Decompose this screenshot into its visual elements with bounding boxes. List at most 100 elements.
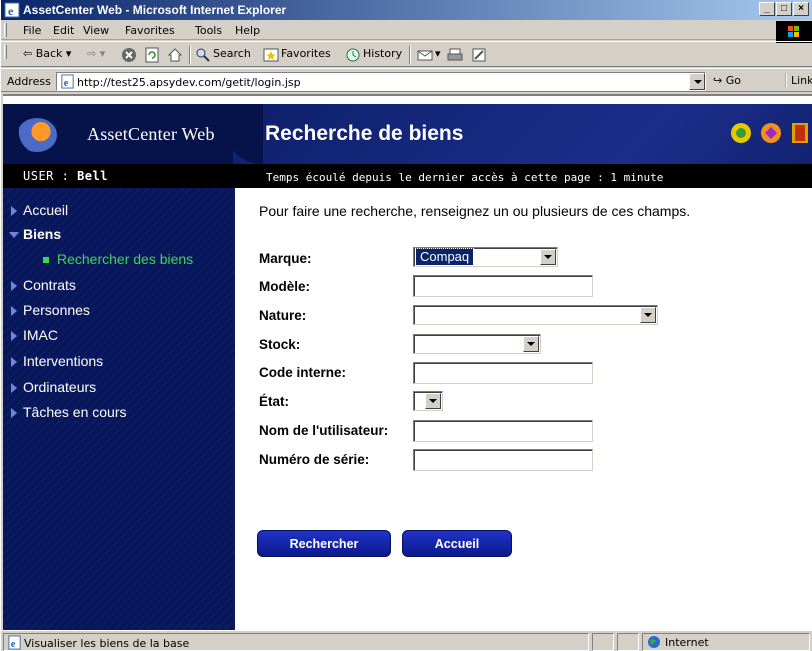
status-pane-blank — [592, 633, 614, 651]
code-interne-label: Code interne: — [259, 365, 347, 380]
home-icon[interactable] — [167, 47, 183, 63]
numero-serie-input[interactable] — [413, 449, 593, 471]
arrow-right-icon — [11, 331, 17, 341]
print-icon[interactable] — [447, 47, 463, 63]
sidebar-item-label: Interventions — [23, 353, 104, 369]
go-button[interactable]: ↪ Go — [713, 74, 741, 87]
menu-tools[interactable]: Tools — [195, 24, 222, 37]
utilisateur-label: Nom de l'utilisateur: — [259, 423, 389, 438]
maximize-button[interactable]: □ — [776, 2, 792, 16]
chevron-down-icon[interactable] — [523, 336, 539, 352]
status-message-pane: e Visualiser les biens de la base — [3, 633, 589, 651]
toolbar-separator — [189, 46, 191, 64]
address-url: http://test25.apsydev.com/getit/login.js… — [77, 76, 301, 89]
menu-file[interactable]: File — [23, 24, 41, 37]
app-header: AssetCenter Web Recherche de biens USER … — [3, 96, 812, 200]
page-icon: e — [8, 635, 21, 650]
user-info: USER : Bell — [23, 169, 108, 183]
modele-label: Modèle: — [259, 279, 311, 294]
logout-door-icon[interactable] — [789, 122, 811, 144]
globe-icon — [648, 636, 660, 648]
mail-icon[interactable] — [417, 47, 433, 63]
history-button[interactable]: History — [363, 47, 402, 60]
sidebar-item-rechercher-biens[interactable]: Rechercher des biens — [3, 249, 235, 271]
sidebar-item-imac[interactable]: IMAC — [3, 325, 235, 347]
rechercher-button[interactable]: Rechercher — [257, 530, 391, 557]
title-bar: e AssetCenter Web - Microsoft Internet E… — [1, 0, 812, 20]
sidebar-item-label: Contrats — [23, 277, 76, 293]
ie-logo-icon: e — [4, 2, 20, 18]
zone-pane: Internet — [642, 633, 810, 651]
sidebar-item-taches[interactable]: Tâches en cours — [3, 402, 235, 424]
etat-select[interactable] — [413, 391, 443, 411]
close-button[interactable]: × — [793, 2, 809, 16]
modele-input[interactable] — [413, 275, 593, 297]
mail-dropdown-icon[interactable]: ▾ — [435, 47, 441, 60]
stock-select[interactable] — [413, 334, 541, 354]
user-bar: USER : Bell Temps écoulé depuis le derni… — [3, 164, 812, 188]
standard-toolbar: ⇦ Back ▾ ⇨ ▾ Search Favorites History ▾ — [1, 41, 812, 67]
form-intro: Pour faire une recherche, renseignez un … — [259, 203, 691, 219]
svg-text:e: e — [8, 4, 14, 18]
address-input[interactable]: e http://test25.apsydev.com/getit/login.… — [56, 72, 706, 91]
search-form: Pour faire une recherche, renseignez un … — [235, 188, 812, 631]
svg-text:e: e — [64, 78, 69, 89]
brand-area: AssetCenter Web — [3, 104, 233, 164]
status-text: Visualiser les biens de la base — [24, 637, 190, 650]
sidebar-item-accueil[interactable]: Accueil — [3, 200, 235, 222]
help-icon[interactable] — [760, 122, 782, 144]
menu-edit[interactable]: Edit — [53, 24, 74, 37]
minimize-button[interactable]: _ — [759, 2, 775, 16]
brand-name: AssetCenter Web — [87, 124, 215, 144]
windows-logo-icon — [776, 21, 812, 43]
chevron-down-icon[interactable] — [540, 249, 556, 265]
zone-text: Internet — [665, 636, 709, 649]
sidebar-item-label: Ordinateurs — [23, 379, 97, 395]
marque-select[interactable]: Compaq — [413, 247, 558, 267]
stock-label: Stock: — [259, 337, 301, 352]
arrow-right-icon — [11, 383, 17, 393]
search-globe-icon[interactable] — [730, 122, 752, 144]
address-dropdown-button[interactable] — [689, 73, 705, 90]
favorites-icon — [263, 48, 279, 62]
browser-window: e AssetCenter Web - Microsoft Internet E… — [0, 0, 812, 651]
elapsed-time: Temps écoulé depuis le dernier accès à c… — [266, 171, 664, 184]
nature-select[interactable] — [413, 305, 658, 325]
code-interne-input[interactable] — [413, 362, 593, 384]
chevron-down-icon[interactable] — [425, 393, 441, 409]
sidebar-item-label: IMAC — [23, 327, 58, 343]
stop-icon[interactable] — [121, 47, 137, 63]
refresh-icon[interactable] — [144, 47, 160, 63]
svg-text:e: e — [11, 639, 16, 650]
sidebar-item-biens[interactable]: Biens — [3, 224, 235, 246]
accueil-button[interactable]: Accueil — [402, 530, 512, 557]
forward-button[interactable]: ⇨ ▾ — [87, 47, 105, 60]
favorites-button[interactable]: Favorites — [281, 47, 331, 60]
menu-help[interactable]: Help — [235, 24, 260, 37]
user-label: USER : — [23, 169, 78, 183]
sidebar-item-interventions[interactable]: Interventions — [3, 351, 235, 373]
search-button[interactable]: Search — [213, 47, 251, 60]
arrow-right-icon — [11, 306, 17, 316]
arrow-right-icon — [11, 206, 17, 216]
sidebar-item-label: Tâches en cours — [23, 404, 127, 420]
bullet-icon — [43, 257, 49, 263]
search-icon — [196, 48, 210, 62]
status-pane-blank — [617, 633, 639, 651]
numero-serie-label: Numéro de série: — [259, 452, 370, 467]
links-button[interactable]: Links — [785, 74, 812, 87]
sidebar-item-label: Rechercher des biens — [57, 251, 194, 267]
back-button[interactable]: ⇦ Back ▾ — [23, 47, 71, 60]
sidebar-item-personnes[interactable]: Personnes — [3, 300, 235, 322]
page-title: Recherche de biens — [265, 122, 464, 145]
menu-favorites[interactable]: Favorites — [125, 24, 175, 37]
back-label: Back — [35, 47, 63, 60]
sidebar-item-ordinateurs[interactable]: Ordinateurs — [3, 377, 235, 399]
edit-icon[interactable] — [471, 47, 487, 63]
chevron-down-icon[interactable] — [640, 307, 656, 323]
toolbar-grip — [4, 45, 7, 59]
menu-view[interactable]: View — [83, 24, 109, 37]
utilisateur-input[interactable] — [413, 420, 593, 442]
sidebar-item-contrats[interactable]: Contrats — [3, 275, 235, 297]
address-label: Address — [7, 75, 51, 88]
